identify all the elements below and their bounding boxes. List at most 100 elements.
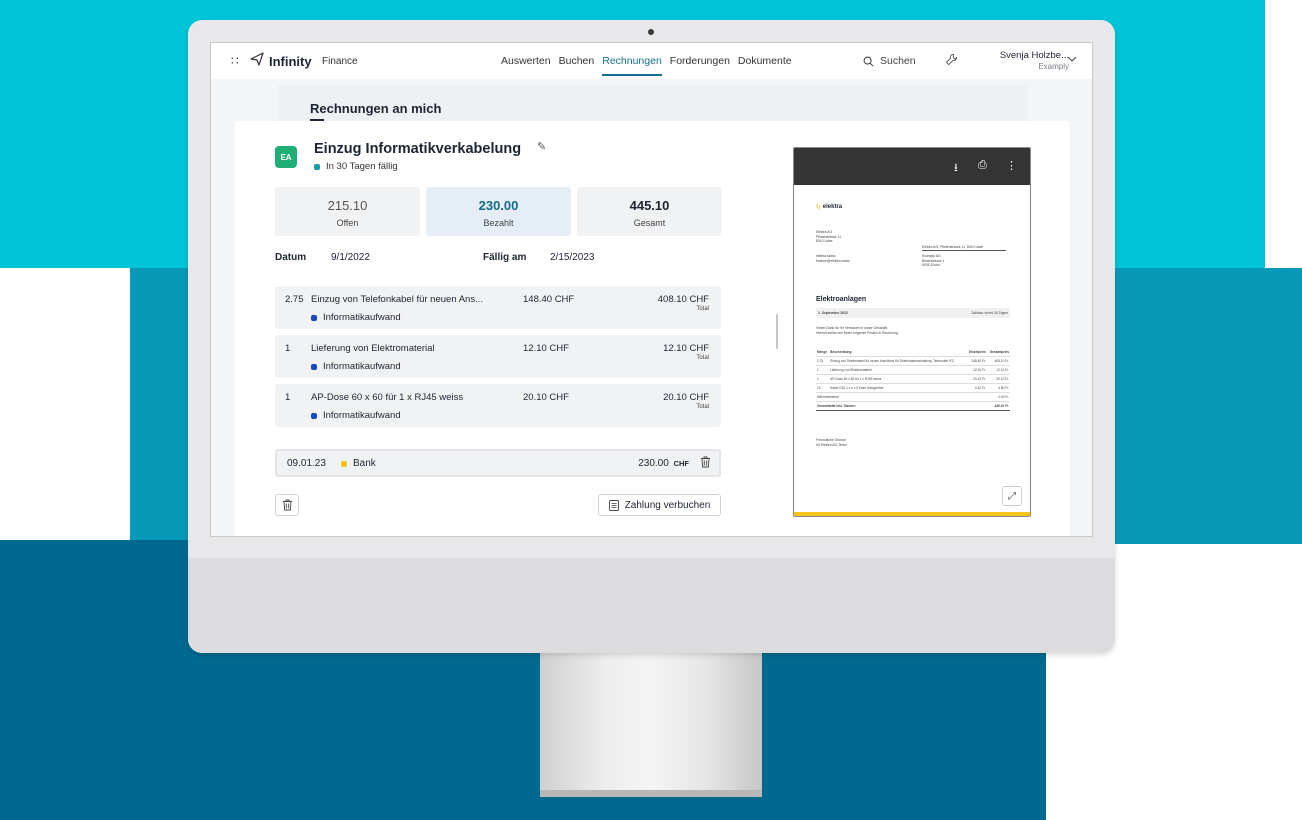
- section-title: Rechnungen an mich: [310, 101, 442, 116]
- table-row: Gesamttotal inkl. Steuern 445.10 Fr.: [816, 401, 1010, 411]
- document-date: 1. September 2022: [818, 311, 848, 315]
- col-total: Gesamtpreis: [986, 348, 1010, 357]
- pdf-bottom-accent: [794, 512, 1030, 516]
- table-row: 1 AP-Dose 60 x 60 für 1 x RJ45 weiss 20.…: [816, 374, 1010, 384]
- monitor-stand-base: [540, 790, 762, 797]
- due-date-value: 2/15/2023: [550, 252, 595, 263]
- item-category: Informatikaufwand: [311, 410, 401, 421]
- sender-return-line: Elektra AG, Pfisterstrasse 11, 8310 Uste…: [922, 245, 1006, 251]
- pdf-preview: ⭳ ⎙ ⋮ ϟ elektra Elektra AG Pfisterstrass…: [793, 147, 1031, 517]
- item-total-label: Total: [696, 306, 709, 312]
- brand-name[interactable]: Infinity: [269, 54, 312, 69]
- item-category-label: Informatikaufwand: [323, 312, 401, 323]
- stat-paid-label: Bezahlt: [483, 218, 514, 228]
- date-value: 9/1/2022: [331, 252, 370, 263]
- chevron-down-icon[interactable]: [1067, 55, 1077, 63]
- contact-email: finance@elektra.swiss: [816, 258, 850, 263]
- col-unit: Einzelpreis: [966, 348, 987, 357]
- monitor-chin: [188, 558, 1115, 653]
- item-description: Lieferung von Elektromaterial: [311, 343, 435, 354]
- menu-item-auswerten[interactable]: Auswerten: [501, 55, 551, 76]
- intro-line-2: Hiermit stellen wir Ihnen folgende Poste…: [816, 330, 899, 335]
- pencil-icon[interactable]: ✎: [537, 140, 546, 153]
- table-row: Mehrwertsteuer 0.00 Fr.: [816, 392, 1010, 402]
- table-row: 2.75 Einzug von Telefonkabel für neuen A…: [816, 356, 1010, 366]
- payment-currency: CHF: [673, 459, 689, 468]
- item-total: 408.10 CHF: [657, 294, 709, 305]
- monitor-stand: [540, 652, 762, 797]
- resize-handle[interactable]: [776, 314, 778, 349]
- payment-method-label: Bank: [353, 458, 376, 469]
- bank-dot-icon: [341, 460, 347, 467]
- item-qty: 1: [285, 392, 291, 403]
- paper-plane-icon: [250, 52, 264, 66]
- item-category-label: Informatikaufwand: [323, 361, 401, 372]
- list-item[interactable]: 2.75 Einzug von Telefonkabel für neuen A…: [275, 286, 721, 329]
- cell-desc: Lieferung von Elektromaterial: [829, 365, 967, 375]
- col-desc: Beschreibung: [829, 348, 967, 357]
- date-label: Datum: [275, 252, 307, 263]
- intro-line-1: Vielen Dank für Ihr Vertrauen in unser G…: [816, 326, 889, 330]
- item-total: 20.10 CHF: [663, 392, 709, 403]
- menu-item-buchen[interactable]: Buchen: [559, 55, 595, 76]
- sender-contact: elektra.swiss finance@elektra.swiss: [816, 254, 850, 263]
- list-item[interactable]: 1 AP-Dose 60 x 60 für 1 x RJ45 weiss 20.…: [275, 384, 721, 427]
- menu-item-dokumente[interactable]: Dokumente: [738, 55, 792, 76]
- item-description: AP-Dose 60 x 60 für 1 x RJ45 weiss: [311, 392, 464, 403]
- app-grid-icon[interactable]: ∷: [231, 54, 239, 68]
- book-payment-button[interactable]: Zahlung verbuchen: [598, 494, 721, 516]
- ledger-icon: [608, 499, 619, 511]
- avatar: EA: [275, 146, 297, 168]
- item-category: Informatikaufwand: [311, 312, 401, 323]
- table-row: 12 Kabel G51 1 x n x 0.5mm Halogenfrei 0…: [816, 383, 1010, 393]
- item-description: Einzug von Telefonkabel für neuen Ans...: [311, 294, 484, 305]
- invoice-card: EA Einzug Informatikverkabelung ✎ In 30 …: [235, 121, 1070, 536]
- book-payment-label: Zahlung verbuchen: [624, 499, 711, 511]
- list-item[interactable]: 1 Lieferung von Elektromaterial 12.10 CH…: [275, 335, 721, 378]
- item-price: 148.40 CHF: [523, 294, 575, 305]
- expand-icon[interactable]: ⤢: [1002, 486, 1022, 506]
- more-options-icon[interactable]: ⋮: [1006, 159, 1017, 172]
- search-label: Suchen: [880, 55, 916, 67]
- payment-row[interactable]: 09.01.23 Bank 230.00 CHF: [275, 449, 721, 477]
- top-navbar: ∷ Infinity Finance Auswerten Buchen Rech…: [211, 43, 1092, 79]
- trash-icon[interactable]: [700, 456, 711, 468]
- table-row: 1 Lieferung von Elektromaterial 12.10 Fr…: [816, 365, 1010, 375]
- payment-amount-value: 230.00: [638, 458, 669, 469]
- logo-text: elektra: [822, 204, 843, 210]
- recipient-line-3: 8005 Zürich: [922, 263, 940, 267]
- stat-total-value: 445.10: [629, 198, 670, 213]
- sender-address: Elektra AG Pfisterstrasse 11 8310 Uster: [816, 230, 841, 244]
- download-icon[interactable]: ⭳: [954, 159, 958, 178]
- menu-item-rechnungen[interactable]: Rechnungen: [602, 55, 662, 76]
- invoice-title: Einzug Informatikverkabelung: [314, 141, 522, 157]
- item-category-label: Informatikaufwand: [323, 410, 401, 421]
- stat-open: 215.10 Offen: [275, 187, 420, 236]
- search-button[interactable]: Suchen: [863, 55, 916, 67]
- item-price: 12.10 CHF: [523, 343, 569, 354]
- payment-method: Bank: [341, 458, 376, 469]
- stat-open-label: Offen: [336, 218, 359, 228]
- stat-paid: 230.00 Bezahlt: [426, 187, 571, 236]
- camera-dot: [648, 29, 654, 35]
- screen: ∷ Infinity Finance Auswerten Buchen Rech…: [210, 42, 1093, 537]
- wrench-icon[interactable]: [945, 53, 958, 66]
- cell-unit: 148.40 Fr.: [966, 356, 987, 366]
- cell-total: 408.10 Fr.: [986, 356, 1010, 366]
- stat-total-label: Gesamt: [633, 218, 666, 228]
- sender-line-3: 8310 Uster: [816, 239, 833, 243]
- print-icon[interactable]: ⎙: [978, 159, 987, 172]
- cell-total: 4.80 Fr.: [986, 383, 1010, 393]
- closing-text: Freundliche Grüsse, Ihr Elektra AG-Team: [816, 438, 847, 447]
- search-icon: [863, 56, 874, 66]
- document-title: Elektroanlagen: [816, 296, 867, 303]
- cell-qty: 1: [816, 365, 830, 375]
- cell-unit: 0.42 Fr.: [966, 383, 987, 393]
- delete-invoice-button[interactable]: [275, 494, 299, 516]
- user-menu[interactable]: Svenja Holzbe... Examply: [987, 50, 1069, 71]
- document-date-band: 1. September 2022 Zahlbar: innert 30 Tag…: [816, 308, 1010, 318]
- item-qty: 2.75: [285, 294, 304, 305]
- sum-label: Gesamttotal inkl. Steuern: [816, 401, 987, 411]
- menu-item-forderungen[interactable]: Forderungen: [670, 55, 730, 76]
- item-total: 12.10 CHF: [663, 343, 709, 354]
